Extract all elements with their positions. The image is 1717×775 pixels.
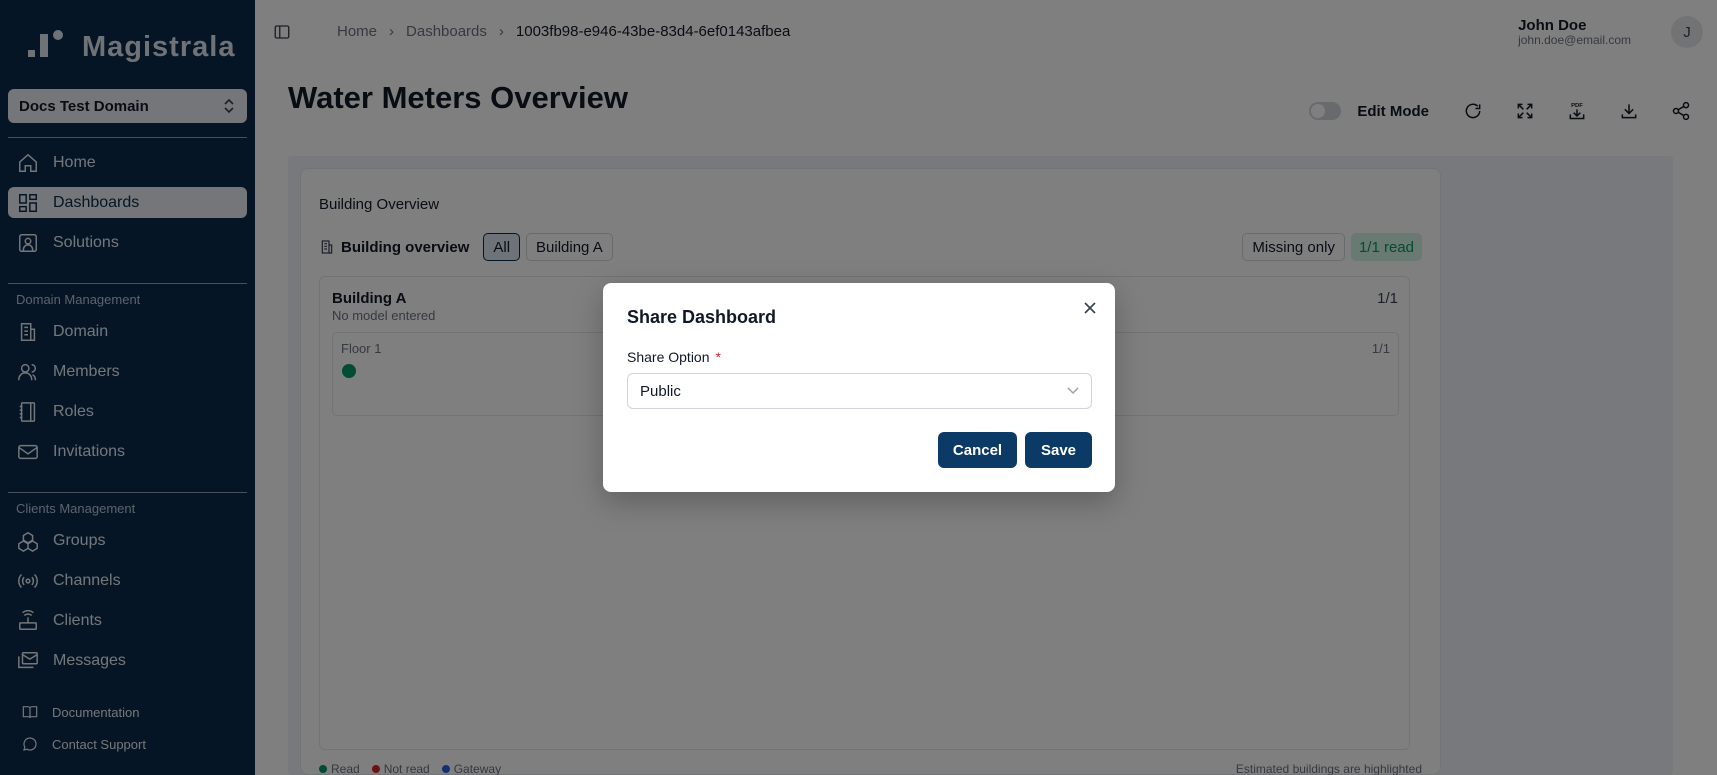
share-option-label: Share Option * — [627, 349, 721, 365]
chevron-down-icon — [1067, 387, 1079, 395]
required-marker: * — [715, 349, 721, 365]
close-button[interactable] — [1081, 299, 1099, 317]
dialog-title: Share Dashboard — [627, 307, 777, 327]
close-icon — [1084, 302, 1096, 314]
save-button[interactable]: Save — [1025, 432, 1092, 468]
share-dashboard-dialog: Share Dashboard Share Option * Public Can… — [603, 283, 1115, 492]
share-option-select[interactable]: Public — [627, 373, 1092, 409]
share-option-label-text: Share Option — [627, 349, 710, 365]
cancel-button[interactable]: Cancel — [938, 432, 1017, 468]
share-option-value: Public — [640, 382, 681, 400]
